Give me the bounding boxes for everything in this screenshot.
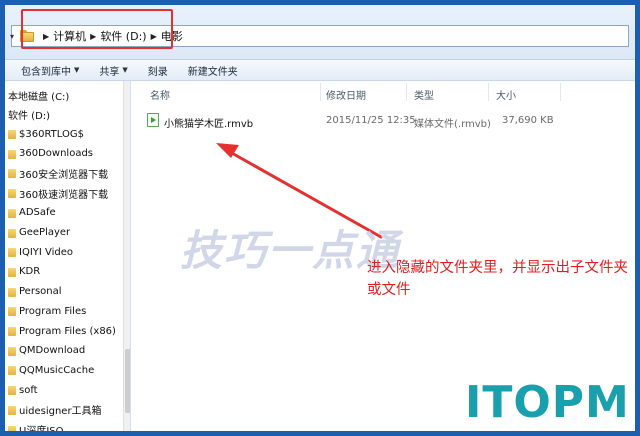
explorer-window: ▾ ▶ 计算机 ▶ 软件 (D:) ▶ 电影 包含到库中 ▼ 共享 ▼ 刻录 新建文… [5, 5, 635, 431]
itopm-logo: ITOPM [453, 370, 635, 431]
logo-text: ITOPM [465, 377, 630, 428]
annotation-text: 进入隐藏的文件夹里，并显示出子文件夹或文件 [367, 260, 628, 298]
